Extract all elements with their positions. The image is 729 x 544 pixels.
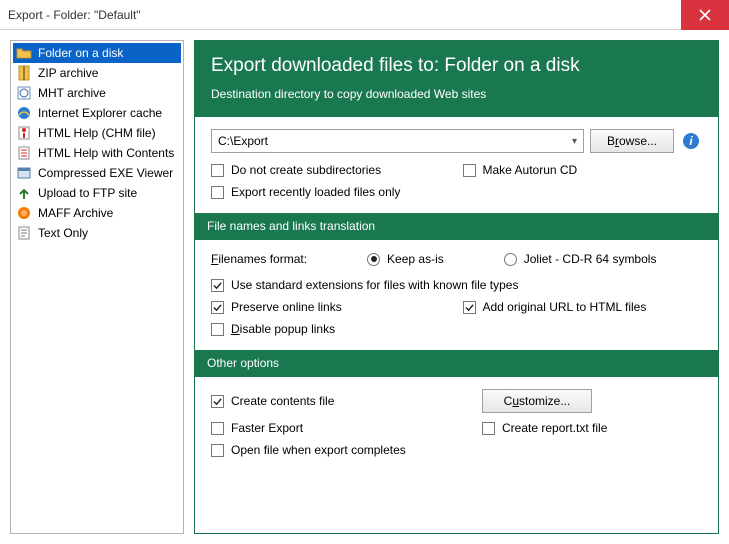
- chm-toc-icon: [16, 145, 32, 161]
- main-panel: Export downloaded files to: Folder on a …: [194, 40, 719, 534]
- open-after-checkbox[interactable]: Open file when export completes: [211, 443, 702, 457]
- browse-button[interactable]: Browse...: [590, 129, 674, 153]
- window-titlebar: Export - Folder: "Default": [0, 0, 729, 30]
- recent-only-checkbox[interactable]: Export recently loaded files only: [211, 185, 702, 199]
- chm-icon: [16, 125, 32, 141]
- sidebar-item-label: Folder on a disk: [38, 46, 123, 60]
- destination-path-combo[interactable]: C:\Export ▾: [211, 129, 584, 153]
- folder-open-icon: [16, 45, 32, 61]
- faster-export-checkbox[interactable]: Faster Export: [211, 421, 470, 435]
- sidebar-item-maff[interactable]: MAFF Archive: [13, 203, 181, 223]
- sidebar-item-chm-toc[interactable]: HTML Help with Contents: [13, 143, 181, 163]
- sidebar-item-chm[interactable]: HTML Help (CHM file): [13, 123, 181, 143]
- std-extensions-checkbox[interactable]: Use standard extensions for files with k…: [211, 278, 702, 292]
- window-title: Export - Folder: "Default": [8, 8, 141, 22]
- filenames-header: File names and links translation: [195, 213, 718, 240]
- add-url-checkbox[interactable]: Add original URL to HTML files: [463, 300, 703, 314]
- destination-path-value: C:\Export: [218, 134, 268, 148]
- maff-icon: [16, 205, 32, 221]
- sidebar-item-label: ZIP archive: [38, 66, 98, 80]
- joliet-radio[interactable]: Joliet - CD-R 64 symbols: [504, 252, 657, 266]
- make-autorun-checkbox[interactable]: Make Autorun CD: [463, 163, 703, 177]
- exe-icon: [16, 165, 32, 181]
- page-title: Export downloaded files to: Folder on a …: [211, 55, 702, 77]
- info-button[interactable]: i: [680, 130, 702, 152]
- sidebar-item-exe[interactable]: Compressed EXE Viewer: [13, 163, 181, 183]
- page-subtitle: Destination directory to copy downloaded…: [211, 87, 702, 101]
- sidebar-item-label: HTML Help with Contents: [38, 146, 174, 160]
- other-section: Create contents file Customize... Faster…: [195, 377, 718, 471]
- export-type-list[interactable]: Folder on a disk ZIP archive MHT archive In…: [10, 40, 184, 534]
- sidebar-item-label: HTML Help (CHM file): [38, 126, 156, 140]
- sidebar-item-label: MHT archive: [38, 86, 106, 100]
- other-header: Other options: [195, 350, 718, 377]
- filenames-format-label: Filenames format:: [211, 252, 307, 266]
- filenames-section: Filenames format: Keep as-is Joliet - CD…: [195, 240, 718, 350]
- sidebar-item-ie[interactable]: Internet Explorer cache: [13, 103, 181, 123]
- destination-section: C:\Export ▾ Browse... i Do not create su…: [195, 117, 718, 213]
- zip-icon: [16, 65, 32, 81]
- no-subdirs-checkbox[interactable]: Do not create subdirectories: [211, 163, 451, 177]
- sidebar-item-label: Text Only: [38, 226, 88, 240]
- ie-icon: [16, 105, 32, 121]
- customize-button[interactable]: Customize...: [482, 389, 592, 413]
- window-close-button[interactable]: [681, 0, 729, 30]
- disable-popup-checkbox[interactable]: Disable popup links: [211, 322, 702, 336]
- ftp-icon: [16, 185, 32, 201]
- sidebar-item-label: Upload to FTP site: [38, 186, 137, 200]
- sidebar-item-text[interactable]: Text Only: [13, 223, 181, 243]
- info-icon: i: [682, 132, 700, 150]
- create-contents-checkbox[interactable]: Create contents file: [211, 389, 470, 413]
- text-icon: [16, 225, 32, 241]
- chevron-down-icon: ▾: [572, 136, 577, 147]
- sidebar-item-folder-open[interactable]: Folder on a disk: [13, 43, 181, 63]
- preserve-links-checkbox[interactable]: Preserve online links: [211, 300, 451, 314]
- keep-asis-radio[interactable]: Keep as-is: [367, 252, 444, 266]
- sidebar-item-mht[interactable]: MHT archive: [13, 83, 181, 103]
- main-header: Export downloaded files to: Folder on a …: [195, 41, 718, 117]
- sidebar-item-label: Compressed EXE Viewer: [38, 166, 173, 180]
- sidebar-item-label: MAFF Archive: [38, 206, 113, 220]
- sidebar-item-ftp[interactable]: Upload to FTP site: [13, 183, 181, 203]
- close-icon: [699, 9, 711, 21]
- create-report-checkbox[interactable]: Create report.txt file: [482, 421, 702, 435]
- sidebar-item-label: Internet Explorer cache: [38, 106, 162, 120]
- mht-icon: [16, 85, 32, 101]
- sidebar-item-zip[interactable]: ZIP archive: [13, 63, 181, 83]
